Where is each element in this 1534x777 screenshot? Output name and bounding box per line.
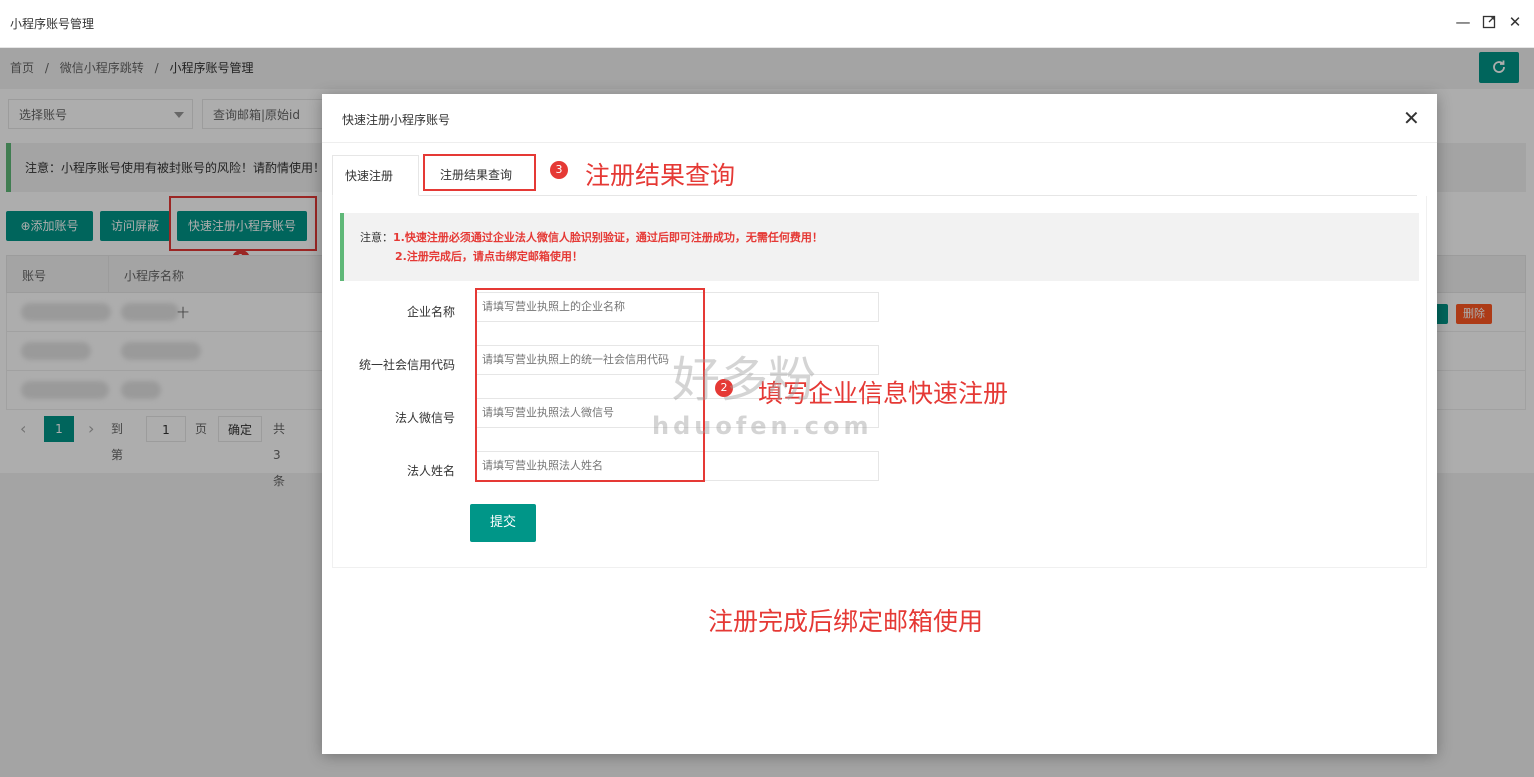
highlight-box-result-tab [423,154,536,191]
watermark-cn: 好多粉 [672,352,817,408]
field-label-legal-wechat: 法人微信号 [394,411,455,425]
window-titlebar: 小程序账号管理 — ✕ [0,0,1534,48]
notice-line-2: 2.注册完成后，请点击绑定邮箱使用！ [395,250,583,263]
highlight-box-form-fields [475,288,705,482]
notice-label: 注意： [360,231,393,244]
window-title: 小程序账号管理 [10,17,95,31]
modal-header: 快速注册小程序账号 ✕ [322,94,1437,143]
annotation-bind-email: 注册完成后绑定邮箱使用 [708,607,984,636]
step-marker-3: 3 [550,161,568,179]
field-label-legal-name: 法人姓名 [406,464,455,478]
tab-quick-register[interactable]: 快速注册 [332,155,419,196]
close-icon[interactable]: ✕ [1403,106,1420,130]
maximize-icon[interactable] [1479,12,1499,32]
watermark-en: hduofen.com [652,412,873,440]
submit-button[interactable]: 提交 [470,504,536,542]
register-notice: 注意：1.快速注册必须通过企业法人微信人脸识别验证，通过后即可注册成功，无需任何… [340,213,1419,281]
field-label-company-name: 企业名称 [406,305,455,319]
annotation-result-query: 注册结果查询 [585,161,736,190]
close-icon[interactable]: ✕ [1505,12,1525,32]
field-label-credit-code: 统一社会信用代码 [358,358,455,372]
modal-title: 快速注册小程序账号 [342,113,451,127]
notice-line-1: 1.快速注册必须通过企业法人微信人脸识别验证，通过后即可注册成功，无需任何费用！ [393,231,823,244]
minimize-icon[interactable]: — [1453,12,1473,32]
